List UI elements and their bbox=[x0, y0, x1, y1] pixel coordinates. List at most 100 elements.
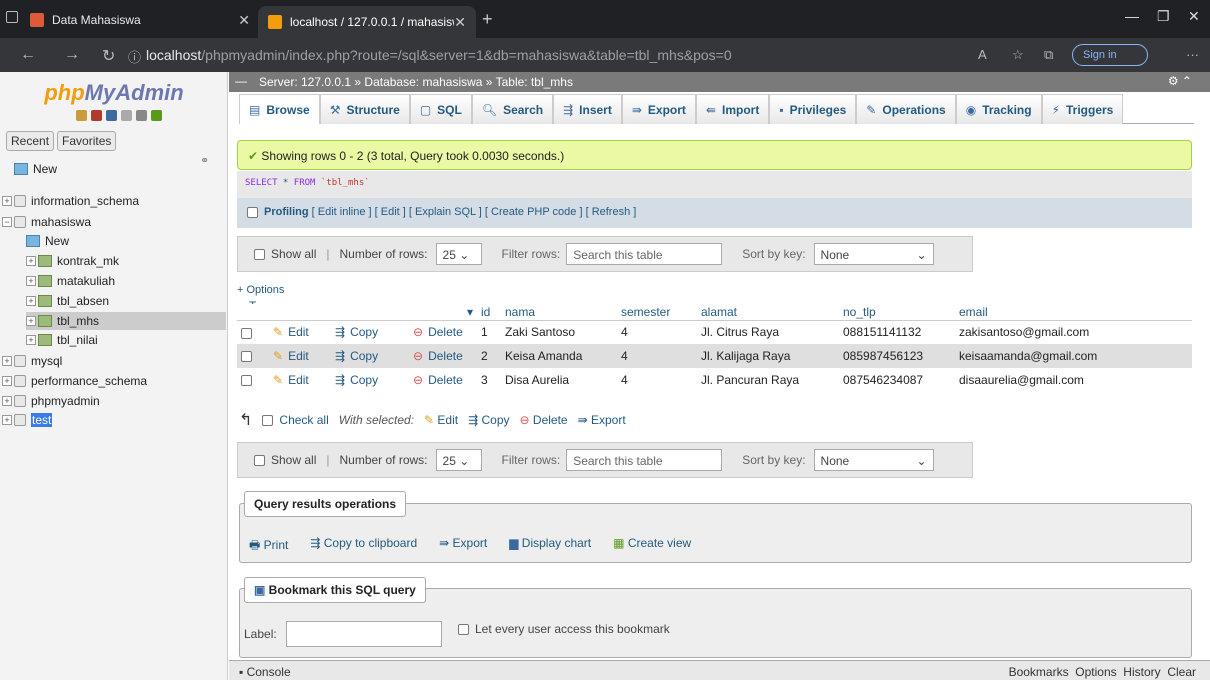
info-icon[interactable]: ⓘ bbox=[128, 47, 141, 66]
forward-icon[interactable]: → bbox=[64, 46, 80, 64]
profiling-links[interactable]: [ Edit inline ] [ Edit ] [ Explain SQL ]… bbox=[312, 206, 637, 218]
sort-by-select[interactable]: None ⌄ bbox=[813, 449, 934, 471]
expand-icon[interactable]: + bbox=[2, 376, 12, 386]
show-all-checkbox[interactable] bbox=[254, 248, 265, 260]
close-tab-icon[interactable]: ✕ bbox=[238, 12, 250, 29]
tab-operations[interactable]: ✎ Operations bbox=[856, 94, 956, 124]
profiling-checkbox[interactable] bbox=[247, 206, 258, 218]
tree-test[interactable]: + test bbox=[2, 411, 53, 429]
breadcrumb-table[interactable]: Table: tbl_mhs bbox=[496, 75, 573, 89]
close-tab-icon[interactable]: ✕ bbox=[454, 14, 466, 31]
logout-icon[interactable] bbox=[91, 110, 102, 121]
console-options[interactable]: Options bbox=[1075, 665, 1116, 679]
back-icon[interactable]: ← bbox=[20, 46, 36, 64]
breadcrumb-database[interactable]: Database: mahasiswa bbox=[364, 75, 482, 89]
bookmark-access[interactable]: Let every user access this bookmark bbox=[458, 622, 670, 636]
col-alamat[interactable]: alamat bbox=[697, 304, 839, 321]
col-semester[interactable]: semester bbox=[617, 304, 697, 321]
print-link[interactable]: 🖶 Print bbox=[249, 536, 288, 557]
expand-icon[interactable]: + bbox=[26, 316, 36, 326]
console-bookmarks[interactable]: Bookmarks bbox=[1009, 665, 1069, 679]
docs-icon[interactable] bbox=[121, 110, 132, 121]
rows-select[interactable]: 25 ⌄ bbox=[435, 243, 482, 265]
copy-link[interactable]: ⇶ Copy bbox=[331, 320, 409, 344]
tree-tbl-nilai[interactable]: + tbl_nilai bbox=[26, 331, 98, 349]
bookmark-label-input[interactable] bbox=[286, 621, 442, 647]
close-window-icon[interactable]: ✕ bbox=[1188, 8, 1200, 25]
browser-tab-phpmyadmin[interactable]: localhost / 127.0.0.1 / mahasiswa ✕ bbox=[258, 6, 476, 38]
collections-icon[interactable]: ⧉ bbox=[1044, 47, 1053, 63]
expand-icon[interactable]: + bbox=[2, 415, 12, 425]
sort-by-select[interactable]: None ⌄ bbox=[813, 243, 934, 265]
delete-link[interactable]: ⊖ Delete bbox=[409, 344, 477, 368]
copy-link[interactable]: ⇶ Copy bbox=[331, 368, 409, 392]
tab-tracking[interactable]: ◉ Tracking bbox=[955, 94, 1042, 124]
create-view-link[interactable]: ▦ Create view bbox=[613, 536, 691, 557]
edit-link[interactable]: ✎ Edit bbox=[269, 320, 331, 344]
display-chart-link[interactable]: ▆ Display chart bbox=[509, 536, 591, 557]
delete-link[interactable]: ⊖ Delete bbox=[409, 320, 477, 344]
expand-icon[interactable]: + bbox=[2, 396, 12, 406]
tree-mahasiswa-new[interactable]: New bbox=[26, 232, 69, 250]
collapse-panel-icon[interactable]: — bbox=[235, 74, 247, 88]
bookmark-access-checkbox[interactable] bbox=[458, 624, 469, 636]
expand-icon[interactable]: + bbox=[2, 196, 12, 206]
export-link[interactable]: ⇛ Export bbox=[439, 536, 487, 557]
expand-icon[interactable]: + bbox=[26, 335, 36, 345]
show-all-checkbox[interactable] bbox=[254, 454, 265, 466]
sql-query-box[interactable]: SELECT * FROM `tbl_mhs` bbox=[237, 171, 1192, 198]
delete-link[interactable]: ⊖ Delete bbox=[409, 368, 477, 392]
tree-mysql[interactable]: + mysql bbox=[2, 352, 62, 370]
expand-icon[interactable]: + bbox=[26, 276, 36, 286]
tab-export[interactable]: ⇛ Export bbox=[621, 94, 696, 124]
copy-link[interactable]: ⇶ Copy bbox=[331, 344, 409, 368]
edit-link[interactable]: ✎ Edit bbox=[269, 344, 331, 368]
settings-icon[interactable]: ⚙ ⌃ bbox=[1168, 74, 1192, 88]
edit-link[interactable]: ✎ Edit bbox=[269, 368, 331, 392]
col-no-tlp[interactable]: no_tlp bbox=[839, 304, 955, 321]
rows-select[interactable]: 25 ⌄ bbox=[435, 449, 482, 471]
options-link[interactable]: + Options bbox=[237, 284, 284, 296]
home-icon[interactable] bbox=[76, 110, 87, 121]
tree-matakuliah[interactable]: + matakuliah bbox=[26, 272, 115, 290]
reload-icon[interactable]: ↻ bbox=[102, 46, 115, 66]
recent-button[interactable]: Recent bbox=[6, 131, 55, 151]
check-all[interactable]: Check all bbox=[262, 413, 329, 427]
console-history[interactable]: History bbox=[1123, 665, 1160, 679]
favorites-button[interactable]: Favorites bbox=[57, 131, 117, 151]
url-field[interactable]: localhost/phpmyadmin/index.php?route=/sq… bbox=[146, 47, 732, 63]
favorites-icon[interactable]: ☆ bbox=[1012, 47, 1024, 63]
check-all-checkbox[interactable] bbox=[262, 415, 274, 427]
tree-tbl-absen[interactable]: + tbl_absen bbox=[26, 292, 109, 310]
breadcrumb-server[interactable]: Server: 127.0.0.1 bbox=[259, 75, 351, 89]
tab-privileges[interactable]: ▪ Privileges bbox=[769, 94, 857, 124]
tab-browse[interactable]: ▤ Browse bbox=[239, 94, 320, 124]
filter-rows-input[interactable]: Search this table bbox=[566, 449, 723, 471]
sign-in-button[interactable]: Sign in bbox=[1072, 44, 1148, 66]
bulk-export-button[interactable]: ⇛ Export bbox=[578, 413, 626, 427]
tab-insert[interactable]: ⇶ Insert bbox=[553, 94, 622, 124]
settings-icon[interactable] bbox=[136, 110, 147, 121]
tab-search[interactable]: 🔍︎ Search bbox=[471, 94, 554, 124]
expand-icon[interactable]: + bbox=[26, 256, 36, 266]
bulk-copy-button[interactable]: ⇶ Copy bbox=[468, 413, 509, 427]
tab-triggers[interactable]: ⚡︎ Triggers bbox=[1041, 94, 1124, 124]
tree-kontrak-mk[interactable]: + kontrak_mk bbox=[26, 252, 119, 270]
expand-icon[interactable]: + bbox=[26, 296, 36, 306]
collapse-icon[interactable]: − bbox=[2, 217, 12, 227]
reload-nav-icon[interactable] bbox=[151, 110, 162, 121]
tab-structure[interactable]: ⚒ Structure bbox=[319, 94, 410, 124]
more-icon[interactable]: ··· bbox=[1186, 47, 1199, 62]
filter-rows-input[interactable]: Search this table bbox=[566, 243, 723, 265]
row-checkbox[interactable] bbox=[241, 375, 252, 387]
bulk-edit-button[interactable]: ✎ Edit bbox=[424, 413, 458, 427]
help-icon[interactable] bbox=[106, 110, 117, 121]
link-icon[interactable]: ⚭ bbox=[200, 154, 209, 167]
tree-new[interactable]: New bbox=[14, 160, 57, 178]
bulk-delete-button[interactable]: ⊖ Delete bbox=[520, 413, 568, 427]
read-aloud-icon[interactable]: A bbox=[978, 47, 987, 62]
col-id[interactable]: id bbox=[477, 304, 501, 321]
row-checkbox[interactable] bbox=[241, 327, 252, 339]
tree-mahasiswa[interactable]: − mahasiswa bbox=[2, 213, 91, 231]
row-checkbox[interactable] bbox=[241, 351, 252, 363]
